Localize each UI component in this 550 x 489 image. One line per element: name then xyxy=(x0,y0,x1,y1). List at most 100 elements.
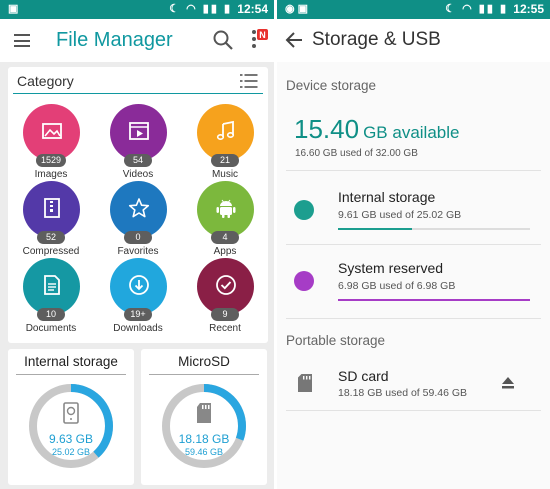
portable-storage-heading: Portable storage xyxy=(286,333,386,348)
category-count: 21 xyxy=(211,154,239,167)
app-bar: File Manager N xyxy=(0,19,274,62)
category-count: 1529 xyxy=(35,154,67,167)
category-circle xyxy=(110,258,167,315)
category-label: Downloads xyxy=(113,323,163,334)
card-divider xyxy=(16,374,126,375)
internal-used: 9.63 GB xyxy=(48,432,94,446)
category-count: 10 xyxy=(37,308,65,321)
notification-badge: N xyxy=(259,30,266,40)
category-card: Category 1529 Images 54 Videos 21 Music … xyxy=(8,67,268,343)
microsd-title: MicroSD xyxy=(178,354,230,369)
notification-icons: ▣ xyxy=(8,3,19,15)
app-title: File Manager xyxy=(56,29,173,51)
internal-storage-bar-fill xyxy=(338,228,412,230)
internal-storage-dot xyxy=(294,200,314,220)
system-reserved-bar xyxy=(338,299,530,301)
category-label: Videos xyxy=(122,169,154,180)
category-count: 0 xyxy=(124,231,152,244)
category-label: Recent xyxy=(209,323,241,334)
internal-total: 25.02 GB xyxy=(51,447,91,457)
category-videos[interactable]: 54 Videos xyxy=(95,104,181,180)
status-time: 12:55 xyxy=(513,2,544,16)
category-circle xyxy=(197,181,254,238)
system-reserved-label: System reserved xyxy=(338,260,444,276)
separator xyxy=(286,318,541,319)
recent-icon xyxy=(216,275,236,295)
used-summary: 16.60 GB used of 32.00 GB xyxy=(295,148,418,159)
video-icon xyxy=(129,122,149,140)
category-label: Apps xyxy=(213,246,237,257)
category-images[interactable]: 1529 Images xyxy=(8,104,94,180)
system-reserved-sub: 6.98 GB used of 6.98 GB xyxy=(338,280,456,292)
microsd-card[interactable]: MicroSD 18.18 GB 59.46 GB xyxy=(141,349,267,485)
document-icon xyxy=(44,275,60,295)
zip-icon xyxy=(44,198,60,218)
notification-icon[interactable]: N xyxy=(248,27,270,53)
category-title: Category xyxy=(17,73,74,89)
sd-card-icon xyxy=(197,403,211,423)
internal-storage-sub: 9.61 GB used of 25.02 GB xyxy=(338,209,462,221)
microsd-used: 18.18 GB xyxy=(178,432,230,446)
download-icon xyxy=(129,275,149,295)
category-downloads[interactable]: 19+ Downloads xyxy=(95,258,181,334)
internal-storage-bar xyxy=(338,228,530,230)
menu-icon[interactable] xyxy=(14,34,30,47)
category-count: 19+ xyxy=(124,308,152,321)
category-label: Documents xyxy=(25,323,77,334)
internal-storage-title: Internal storage xyxy=(24,354,118,369)
status-bar: ◉ ▣ ☾ ◠ ▮▮ ▮ 12:55 xyxy=(277,0,550,19)
category-circle xyxy=(197,104,254,161)
category-label: Compressed xyxy=(22,246,80,257)
list-view-icon[interactable] xyxy=(240,73,258,89)
category-documents[interactable]: 10 Documents xyxy=(8,258,94,334)
page-title: Storage & USB xyxy=(312,29,441,50)
category-circle xyxy=(23,258,80,315)
category-divider xyxy=(13,93,263,94)
system-status-icons: ☾ ◠ ▮▮ ▮ xyxy=(169,3,232,15)
available-number: 15.40 xyxy=(294,114,360,144)
available-unit: GB available xyxy=(363,123,460,142)
separator xyxy=(286,170,541,171)
system-status-icons: ☾ ◠ ▮▮ ▮ xyxy=(445,3,508,15)
internal-storage-ring xyxy=(29,384,113,468)
hard-drive-icon xyxy=(63,402,79,424)
status-time: 12:54 xyxy=(237,2,268,16)
search-icon[interactable] xyxy=(212,29,234,51)
category-circle xyxy=(23,104,80,161)
category-music[interactable]: 21 Music xyxy=(182,104,268,180)
system-reserved-bar-fill xyxy=(338,299,530,301)
sd-card-icon xyxy=(298,374,312,392)
microsd-total: 59.46 GB xyxy=(184,447,224,457)
eject-icon[interactable] xyxy=(501,376,515,390)
category-compressed[interactable]: 52 Compressed xyxy=(8,181,94,257)
notification-icons: ◉ ▣ xyxy=(285,3,309,15)
category-apps[interactable]: 4 Apps xyxy=(182,181,268,257)
image-icon xyxy=(42,123,62,139)
sd-card-label: SD card xyxy=(338,368,389,384)
category-count: 54 xyxy=(124,154,152,167)
category-recent[interactable]: 9 Recent xyxy=(182,258,268,334)
category-circle xyxy=(110,181,167,238)
category-favorites[interactable]: 0 Favorites xyxy=(95,181,181,257)
microsd-ring xyxy=(162,384,246,468)
storage-usb-screen: ◉ ▣ ☾ ◠ ▮▮ ▮ 12:55 Storage & USB Device … xyxy=(277,0,550,489)
separator xyxy=(286,410,541,411)
category-circle xyxy=(23,181,80,238)
app-bar: Storage & USB xyxy=(277,19,550,62)
internal-storage-card[interactable]: Internal storage 9.63 GB 25.02 GB xyxy=(8,349,134,485)
separator xyxy=(286,244,541,245)
category-count: 9 xyxy=(211,308,239,321)
status-bar: ▣ ☾ ◠ ▮▮ ▮ 12:54 xyxy=(0,0,274,19)
category-circle xyxy=(197,258,254,315)
back-arrow-icon[interactable] xyxy=(285,31,303,49)
category-label: Images xyxy=(34,169,68,180)
device-storage-heading: Device storage xyxy=(286,78,377,93)
card-divider xyxy=(149,374,259,375)
file-manager-screen: ▣ ☾ ◠ ▮▮ ▮ 12:54 File Manager N Category xyxy=(0,0,274,489)
category-circle xyxy=(110,104,167,161)
system-reserved-dot xyxy=(294,271,314,291)
available-summary: 15.40 GB available xyxy=(294,114,459,145)
android-icon xyxy=(216,199,236,218)
music-icon xyxy=(216,120,235,141)
category-label: Music xyxy=(211,169,239,180)
